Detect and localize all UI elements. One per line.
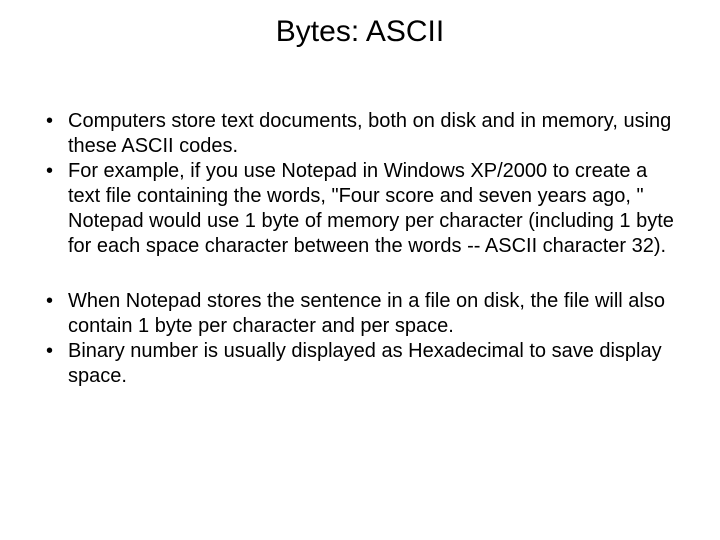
slide-title: Bytes: ASCII: [40, 15, 680, 49]
bullet-item: For example, if you use Notepad in Windo…: [40, 159, 680, 259]
bullet-item: Computers store text documents, both on …: [40, 109, 680, 159]
bullet-item: Binary number is usually displayed as He…: [40, 339, 680, 389]
bullet-item: When Notepad stores the sentence in a fi…: [40, 289, 680, 339]
slide: Bytes: ASCII Computers store text docume…: [0, 0, 720, 540]
paragraph-gap: [40, 259, 680, 289]
bullet-list: Computers store text documents, both on …: [40, 109, 680, 259]
bullet-list: When Notepad stores the sentence in a fi…: [40, 289, 680, 389]
